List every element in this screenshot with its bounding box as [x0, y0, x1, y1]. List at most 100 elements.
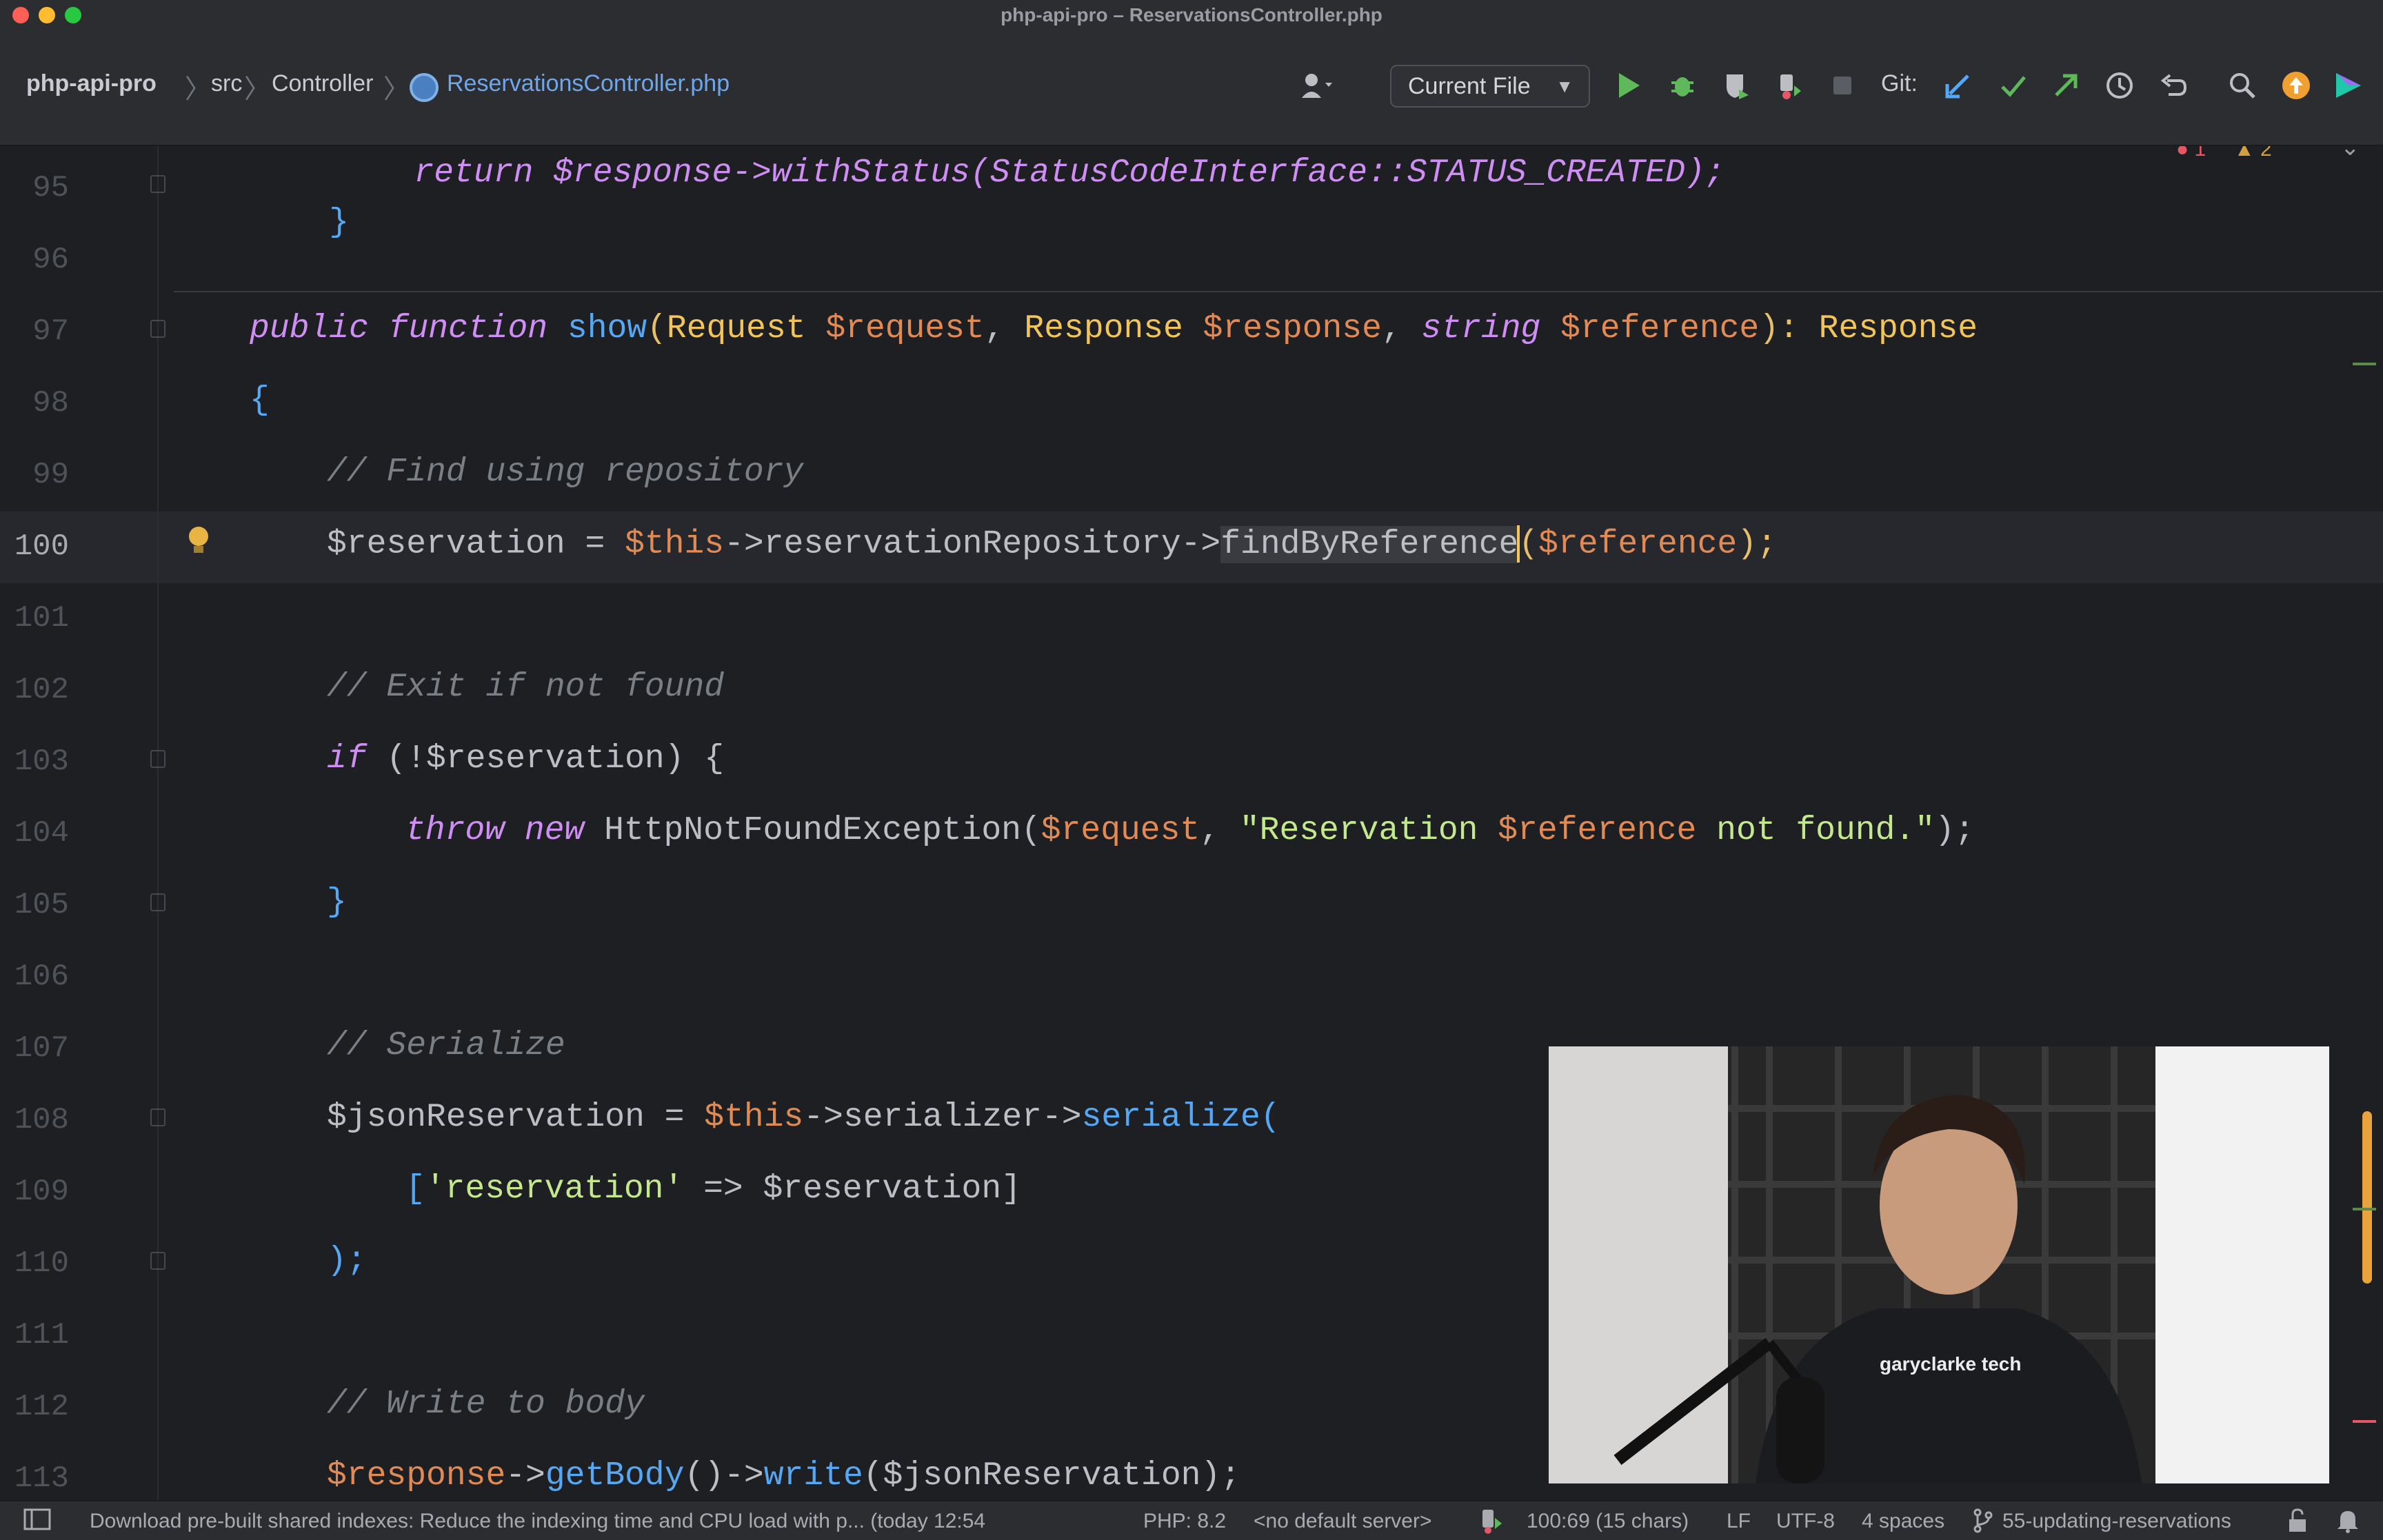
fold-marker-icon[interactable]: [150, 1252, 165, 1270]
line-number: 112: [14, 1390, 69, 1424]
webcam-overlay: garyclarke tech: [1549, 1046, 2329, 1483]
php-file-icon: [410, 73, 439, 102]
code-text: if: [327, 740, 367, 778]
code-text: Request: [666, 310, 806, 347]
error-count[interactable]: ● 1: [2176, 146, 2206, 161]
code-text: );: [1935, 812, 1975, 849]
code-text: $reference: [1560, 310, 1760, 347]
git-push-icon[interactable]: [2047, 66, 2085, 105]
scrollbar-thumb[interactable]: [2362, 1111, 2372, 1284]
caret-position[interactable]: 100:69 (15 chars): [1527, 1510, 1689, 1533]
user-icon[interactable]: [1298, 66, 1336, 105]
git-branch[interactable]: 55-updating-reservations: [2002, 1510, 2231, 1533]
run-icon[interactable]: [1609, 66, 1648, 105]
next-highlight-icon[interactable]: ⌄: [2340, 146, 2360, 161]
window-title: php-api-pro – ReservationsController.php: [1001, 4, 1382, 26]
code-comment: // Write to body: [327, 1386, 645, 1423]
breadcrumb-separator-icon: 〉: [244, 75, 271, 104]
code-text: );: [1737, 525, 1777, 563]
code-text: );: [327, 1242, 367, 1279]
code-line-99: // Find using repository: [327, 454, 803, 491]
run-configuration-dropdown[interactable]: Current File ▼: [1390, 65, 1590, 108]
ide-icon[interactable]: [2329, 66, 2368, 105]
code-line-105: }: [327, 884, 347, 921]
line-number-current: 100: [14, 529, 69, 564]
update-icon[interactable]: [2277, 66, 2315, 105]
code-text: ):: [1759, 310, 1819, 347]
indent-setting[interactable]: 4 spaces: [1862, 1510, 1944, 1533]
breadcrumb-file[interactable]: ReservationsController.php: [447, 70, 730, 97]
code-line-110: );: [327, 1242, 367, 1279]
code-line-112: // Write to body: [327, 1386, 645, 1423]
notifications-icon[interactable]: [2336, 1508, 2360, 1539]
code-text: $request: [825, 310, 985, 347]
code-text: => $reservation]: [683, 1171, 1021, 1208]
file-encoding[interactable]: UTF-8: [1776, 1510, 1835, 1533]
lightbulb-icon[interactable]: [186, 527, 211, 557]
fold-marker-icon[interactable]: [150, 175, 165, 193]
default-server[interactable]: <no default server>: [1254, 1510, 1432, 1533]
lock-icon[interactable]: [2286, 1508, 2309, 1539]
code-text: $jsonReservation =: [327, 1099, 705, 1136]
php-debug-icon[interactable]: [1476, 1507, 1503, 1540]
breadcrumb-separator-icon: 〉: [383, 75, 410, 104]
breadcrumb-project[interactable]: php-api-pro: [26, 70, 157, 97]
line-number: 102: [14, 673, 69, 707]
fold-marker-icon[interactable]: [150, 750, 165, 768]
status-bar: Download pre-built shared indexes: Reduc…: [0, 1500, 2383, 1540]
rollback-icon[interactable]: [2154, 66, 2193, 105]
scroll-marker: [2353, 1420, 2376, 1423]
fold-marker-icon[interactable]: [150, 893, 165, 911]
code-string: 'reservation': [425, 1171, 684, 1208]
previous-highlight-icon[interactable]: ⌃: [2300, 146, 2320, 161]
history-icon[interactable]: [2100, 66, 2139, 105]
search-icon[interactable]: [2223, 66, 2262, 105]
code-text: $this: [704, 1099, 804, 1136]
debug-icon[interactable]: [1663, 66, 1702, 105]
line-number: 106: [14, 960, 69, 994]
fold-marker-icon[interactable]: [150, 320, 165, 338]
code-text: ->: [505, 1457, 545, 1495]
code-line-109: ['reservation' => $reservation]: [405, 1171, 1021, 1208]
warning-count[interactable]: ▲ 2: [2234, 146, 2272, 161]
tool-window-toggle-icon[interactable]: [23, 1508, 51, 1536]
line-number: 98: [32, 386, 69, 421]
git-commit-icon[interactable]: [1994, 66, 2033, 105]
code-text: show: [567, 310, 647, 347]
line-number: 101: [14, 601, 69, 636]
line-number: 109: [14, 1175, 69, 1209]
code-text: }: [329, 204, 350, 241]
chevron-down-icon: ▼: [1556, 76, 1573, 97]
code-string: "Reservation: [1239, 812, 1498, 849]
svg-text:garyclarke tech: garyclarke tech: [1880, 1353, 2021, 1375]
code-string: not found.": [1696, 812, 1935, 849]
code-text: $this: [625, 525, 725, 563]
code-text: write: [763, 1457, 863, 1495]
php-version[interactable]: PHP: 8.2: [1143, 1510, 1226, 1533]
line-number: 111: [14, 1318, 69, 1352]
breadcrumb-controller[interactable]: Controller: [272, 70, 373, 97]
coverage-icon[interactable]: [1717, 66, 1756, 105]
code-text: $reference: [1538, 525, 1738, 563]
fold-marker-icon[interactable]: [150, 1108, 165, 1126]
stop-icon[interactable]: [1823, 66, 1862, 105]
code-line-partial: return $response->withStatus(StatusCodeI…: [255, 146, 1725, 229]
code-text: ->reservationRepository->: [724, 525, 1221, 563]
code-text: {: [250, 382, 270, 419]
code-line-104: throw new HttpNotFoundException($request…: [405, 812, 1975, 849]
code-text: return $response->withStatus(StatusCodeI…: [334, 154, 1725, 192]
code-text: $reservation =: [327, 525, 625, 563]
line-number: 103: [14, 744, 69, 779]
profile-icon[interactable]: [1769, 66, 1808, 105]
breadcrumb-src[interactable]: src: [211, 70, 242, 97]
code-line-113: $response->getBody()->write($jsonReserva…: [327, 1457, 1240, 1495]
code-line-97: public function show(Request $request, R…: [250, 310, 1978, 347]
code-text: (: [647, 310, 667, 347]
code-text: HttpNotFoundException(: [584, 812, 1041, 849]
title-bar: php-api-pro – ReservationsController.php: [0, 0, 2383, 30]
status-message[interactable]: Download pre-built shared indexes: Reduc…: [90, 1510, 985, 1533]
code-text: $response: [327, 1457, 506, 1495]
code-text: ->serializer->: [803, 1099, 1082, 1136]
line-separator[interactable]: LF: [1727, 1510, 1751, 1533]
git-update-icon[interactable]: [1939, 66, 1978, 105]
